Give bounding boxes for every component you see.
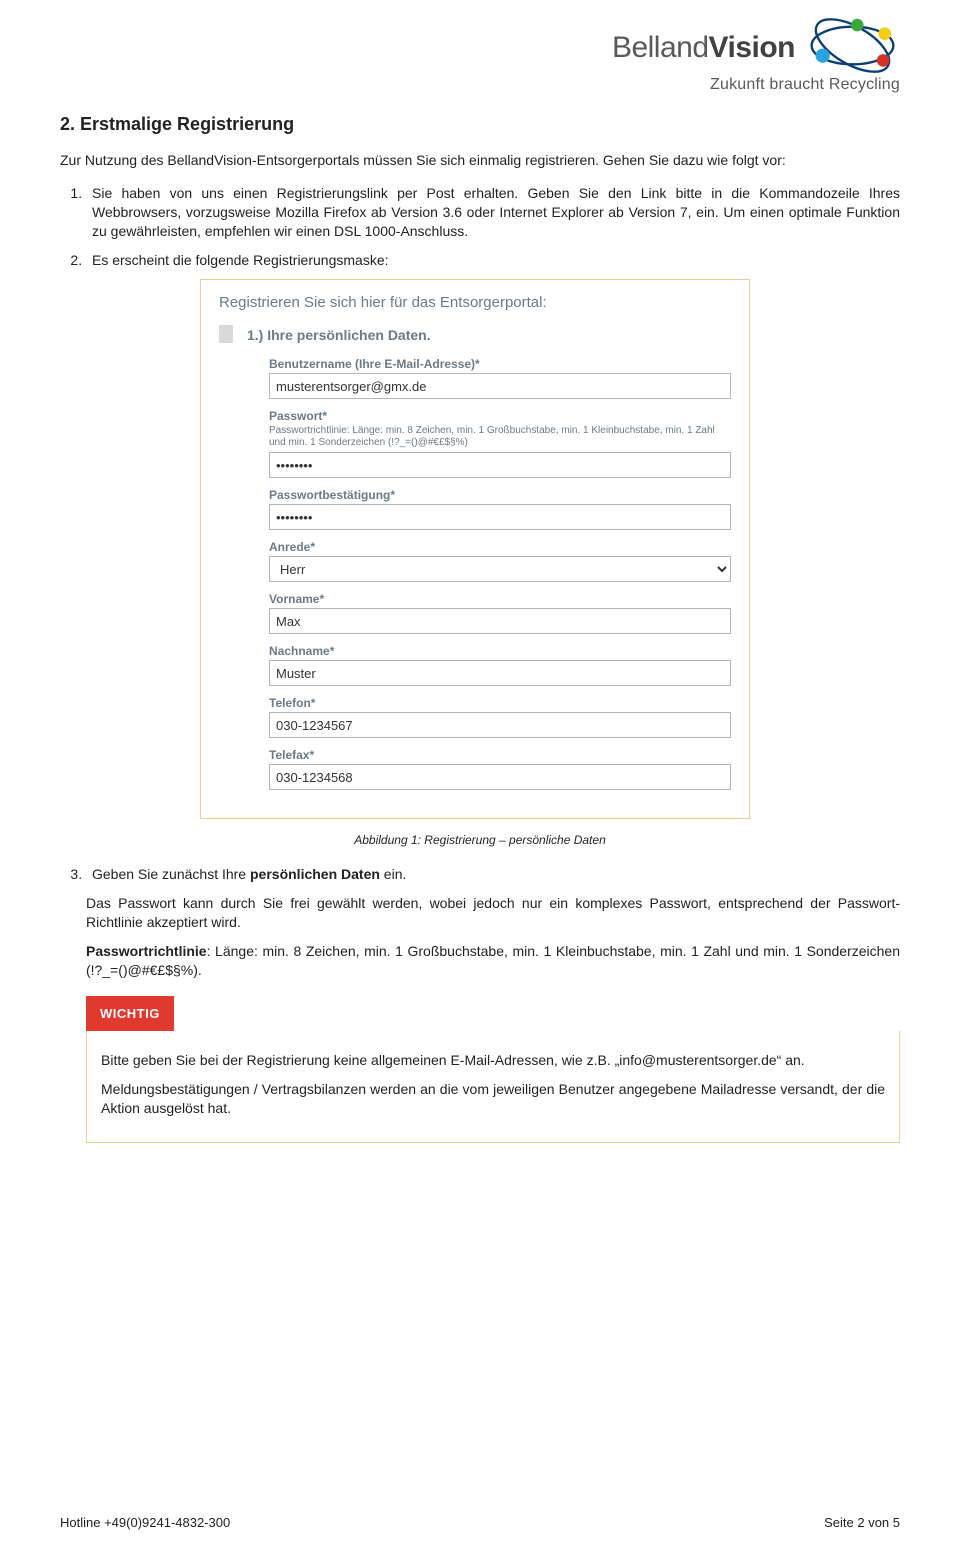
fax-input[interactable] — [269, 764, 731, 790]
steps-list: Sie haben von uns einen Registrierungsli… — [60, 184, 900, 270]
salutation-label: Anrede* — [269, 540, 731, 554]
section-indicator-bar — [219, 325, 233, 343]
step3-bold: persönlichen Daten — [250, 866, 380, 882]
phone-input[interactable] — [269, 712, 731, 738]
password-rule-text: Passwortrichtlinie: Länge: min. 8 Zeiche… — [86, 942, 900, 980]
figure-caption: Abbildung 1: Registrierung – persönliche… — [60, 833, 900, 847]
brand-part-a: Belland — [612, 31, 709, 64]
firstname-label: Vorname* — [269, 592, 731, 606]
phone-label: Telefon* — [269, 696, 731, 710]
intro-text: Zur Nutzung des BellandVision-Entsorgerp… — [60, 151, 900, 170]
important-text-2: Meldungsbestätigungen / Vertragsbilanzen… — [101, 1080, 885, 1118]
firstname-input[interactable] — [269, 608, 731, 634]
footer-hotline: Hotline +49(0)9241-4832-300 — [60, 1515, 230, 1530]
form-section-1-header: 1.) Ihre persönlichen Daten. — [219, 325, 731, 343]
username-label: Benutzername (Ihre E-Mail-Adresse)* — [269, 357, 731, 371]
section-title: 2. Erstmalige Registrierung — [60, 114, 900, 135]
username-input[interactable] — [269, 373, 731, 399]
password-label: Passwort* — [269, 409, 731, 423]
brand-part-b: Vision — [709, 31, 795, 64]
password-hint: Passwortrichtlinie: Länge: min. 8 Zeiche… — [269, 425, 731, 449]
brand-wordmark: BellandVision — [612, 31, 795, 65]
password-confirm-label: Passwortbestätigung* — [269, 488, 731, 502]
page-header: BellandVision Zukunft braucht Recycling — [60, 18, 900, 94]
brand-logo: BellandVision Zukunft braucht Recycling — [612, 18, 900, 94]
fax-label: Telefax* — [269, 748, 731, 762]
lastname-input[interactable] — [269, 660, 731, 686]
step-2: Es erscheint die folgende Registrierungs… — [86, 251, 900, 270]
password-input[interactable] — [269, 452, 731, 478]
form-title: Registrieren Sie sich hier für das Entso… — [219, 294, 731, 311]
password-confirm-input[interactable] — [269, 504, 731, 530]
important-box: Bitte geben Sie bei der Registrierung ke… — [86, 1031, 900, 1143]
step3-lead: Geben Sie zunächst Ihre — [92, 866, 250, 882]
password-info-text: Das Passwort kann durch Sie frei gewählt… — [86, 894, 900, 932]
lastname-label: Nachname* — [269, 644, 731, 658]
recycling-orbit-icon — [805, 18, 900, 78]
form-section-1-label: 1.) Ihre persönlichen Daten. — [247, 325, 431, 343]
important-tag: WICHTIG — [86, 996, 174, 1031]
registration-form-screenshot: Registrieren Sie sich hier für das Entso… — [200, 279, 750, 819]
step-1: Sie haben von uns einen Registrierungsli… — [86, 184, 900, 241]
important-text-1: Bitte geben Sie bei der Registrierung ke… — [101, 1051, 885, 1070]
footer-page-number: Seite 2 von 5 — [824, 1515, 900, 1530]
password-rule-lead: Passwortrichtlinie — [86, 943, 207, 959]
brand-tagline: Zukunft braucht Recycling — [612, 76, 900, 94]
steps-list-continued: Geben Sie zunächst Ihre persönlichen Dat… — [60, 865, 900, 884]
step-3: Geben Sie zunächst Ihre persönlichen Dat… — [86, 865, 900, 884]
salutation-select[interactable]: Herr — [269, 556, 731, 582]
step3-tail: ein. — [380, 866, 406, 882]
page-footer: Hotline +49(0)9241-4832-300 Seite 2 von … — [60, 1515, 900, 1530]
password-rule-tail: : Länge: min. 8 Zeichen, min. 1 Großbuch… — [86, 943, 900, 978]
